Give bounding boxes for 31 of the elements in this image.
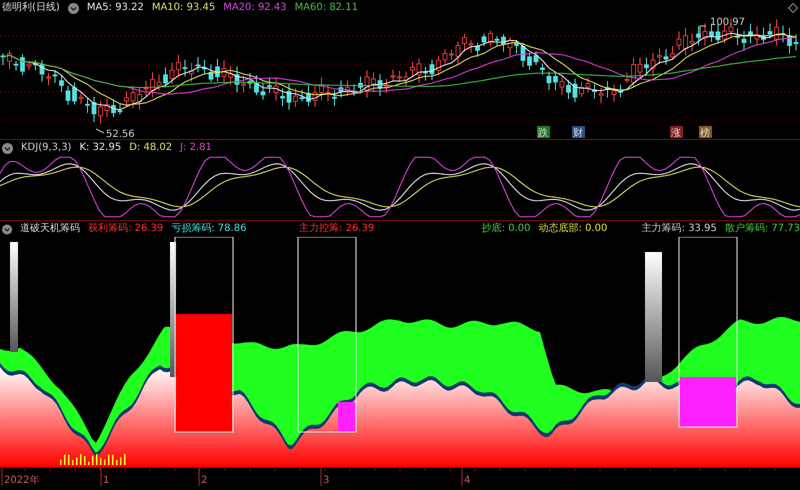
indicator-title: KDJ(9,3,3) bbox=[21, 141, 72, 155]
indicator-label: 散户筹码: 77.73 bbox=[724, 222, 800, 236]
indicator-label: 动态底部: 0.00 bbox=[538, 222, 608, 236]
axis-label: 2 bbox=[198, 468, 208, 486]
indicator-label: 抄底: 0.00 bbox=[482, 222, 531, 236]
indicator-label: MA10: 93.45 bbox=[152, 1, 216, 15]
indicator-label: MA20: 92.43 bbox=[223, 1, 287, 15]
indicator-label: 主力筹码: 33.95 bbox=[642, 222, 717, 236]
indicator-title: 道破天机筹码 bbox=[20, 222, 80, 236]
indicator-label: J: 2.81 bbox=[180, 141, 212, 155]
event-tag[interactable]: 跌 bbox=[537, 126, 550, 139]
indicator-label: D: 48.02 bbox=[129, 141, 172, 155]
indicator-label: 亏损筹码: 78.86 bbox=[171, 222, 246, 236]
price-label: 52.56 bbox=[96, 128, 135, 139]
event-tag[interactable]: 财 bbox=[572, 126, 585, 139]
indicator-label: MA5: 93.22 bbox=[86, 1, 144, 15]
axis-label: 3 bbox=[320, 468, 330, 486]
collapse-icon[interactable] bbox=[68, 2, 79, 14]
stock-title: 德明利(日线) bbox=[2, 0, 60, 15]
axis-label: 4 bbox=[462, 468, 470, 486]
indicator-label: K: 32.95 bbox=[79, 141, 122, 155]
axis-label: 2022年 bbox=[2, 468, 40, 486]
axis-label: 1 bbox=[100, 468, 110, 486]
indicator-label: 获利筹码: 26.39 bbox=[88, 222, 164, 236]
event-tag[interactable]: 涨 bbox=[670, 126, 683, 139]
event-tag[interactable]: 榜 bbox=[699, 126, 712, 139]
collapse-icon[interactable] bbox=[2, 142, 13, 154]
collapse-icon[interactable] bbox=[2, 224, 12, 234]
diamond-icon[interactable] bbox=[788, 3, 798, 13]
indicator-label: 主力控筹: 26.39 bbox=[299, 222, 374, 236]
indicator-label: MA60: 82.11 bbox=[294, 1, 358, 15]
